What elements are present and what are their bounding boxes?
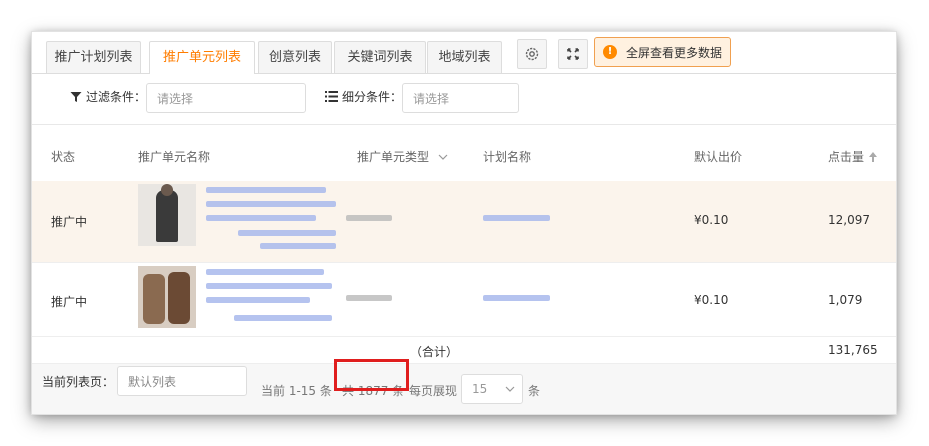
report-panel: 推广计划列表 推广单元列表 创意列表 关键词列表 地域列表 ! 全屏查看更多数据… xyxy=(32,32,896,414)
gear-icon xyxy=(525,47,539,61)
header-unit-type[interactable]: 推广单元类型 xyxy=(357,148,448,165)
clicks-value: 12,097 xyxy=(828,213,870,227)
blurred-unit-type xyxy=(346,215,392,221)
highlight-box xyxy=(334,359,409,391)
pagination-bar: 当前列表页： 默认列表 当前 1-15 条 共 1877 条 每页展现 15 条 xyxy=(32,363,896,414)
fullscreen-more-data-button[interactable]: ! 全屏查看更多数据 xyxy=(594,37,731,67)
default-bid-value: ¥0.10 xyxy=(694,213,729,227)
header-status: 状态 xyxy=(51,150,76,164)
header-unit-name: 推广单元名称 xyxy=(138,150,211,164)
expand-button[interactable] xyxy=(558,39,588,69)
blurred-plan-name xyxy=(483,215,550,221)
filter-condition-select[interactable]: 请选择 xyxy=(146,83,306,113)
per-page-label: 每页展现 xyxy=(409,384,458,398)
fullscreen-label: 全屏查看更多数据 xyxy=(626,45,723,60)
tab-keyword-list[interactable]: 关键词列表 xyxy=(334,41,426,73)
total-row: （合计） 131,765 xyxy=(32,336,896,364)
filter-condition-label: 过滤条件： xyxy=(70,88,146,105)
settings-button[interactable] xyxy=(517,39,547,69)
chevron-down-icon xyxy=(438,154,448,160)
status-text: 推广中 xyxy=(51,215,88,229)
product-thumbnail xyxy=(138,266,196,328)
current-list-select[interactable]: 默认列表 xyxy=(117,366,247,396)
info-icon: ! xyxy=(603,45,617,59)
current-list-label: 当前列表页： xyxy=(42,375,115,389)
product-thumbnail xyxy=(138,184,196,246)
tab-plan-list[interactable]: 推广计划列表 xyxy=(46,41,141,73)
total-clicks: 131,765 xyxy=(828,343,878,357)
expand-icon xyxy=(567,48,579,60)
header-default-bid: 默认出价 xyxy=(694,150,743,164)
tab-bar: 推广计划列表 推广单元列表 创意列表 关键词列表 地域列表 ! 全屏查看更多数据 xyxy=(32,32,896,74)
funnel-icon xyxy=(70,91,82,102)
table-row: 推广中 ¥0.10 1,079 xyxy=(32,262,896,337)
clicks-value: 1,079 xyxy=(828,293,863,307)
status-text: 推广中 xyxy=(51,295,88,309)
blurred-plan-name xyxy=(483,295,550,301)
tab-unit-list[interactable]: 推广单元列表 xyxy=(149,41,255,74)
list-icon xyxy=(325,91,338,102)
blurred-unit-type xyxy=(346,295,392,301)
default-bid-value: ¥0.10 xyxy=(694,293,729,307)
table-header: 状态 推广单元名称 推广单元类型 计划名称 默认出价 点击量 xyxy=(32,124,896,182)
tab-region-list[interactable]: 地域列表 xyxy=(427,41,502,73)
segment-condition-label: 细分条件： xyxy=(325,88,402,105)
header-clicks[interactable]: 点击量 xyxy=(828,148,878,165)
total-label: （合计） xyxy=(410,345,459,359)
sort-up-icon xyxy=(869,151,878,162)
table-row: 推广中 ¥0.10 12,097 xyxy=(32,181,896,262)
tab-creative-list[interactable]: 创意列表 xyxy=(258,41,332,73)
per-page-unit: 条 xyxy=(528,384,541,398)
header-plan-name: 计划名称 xyxy=(483,150,532,164)
segment-condition-select[interactable]: 请选择 xyxy=(402,83,519,113)
chevron-down-icon xyxy=(505,386,515,392)
per-page-select[interactable]: 15 xyxy=(461,374,523,404)
range-text: 当前 1-15 条 xyxy=(261,384,332,398)
